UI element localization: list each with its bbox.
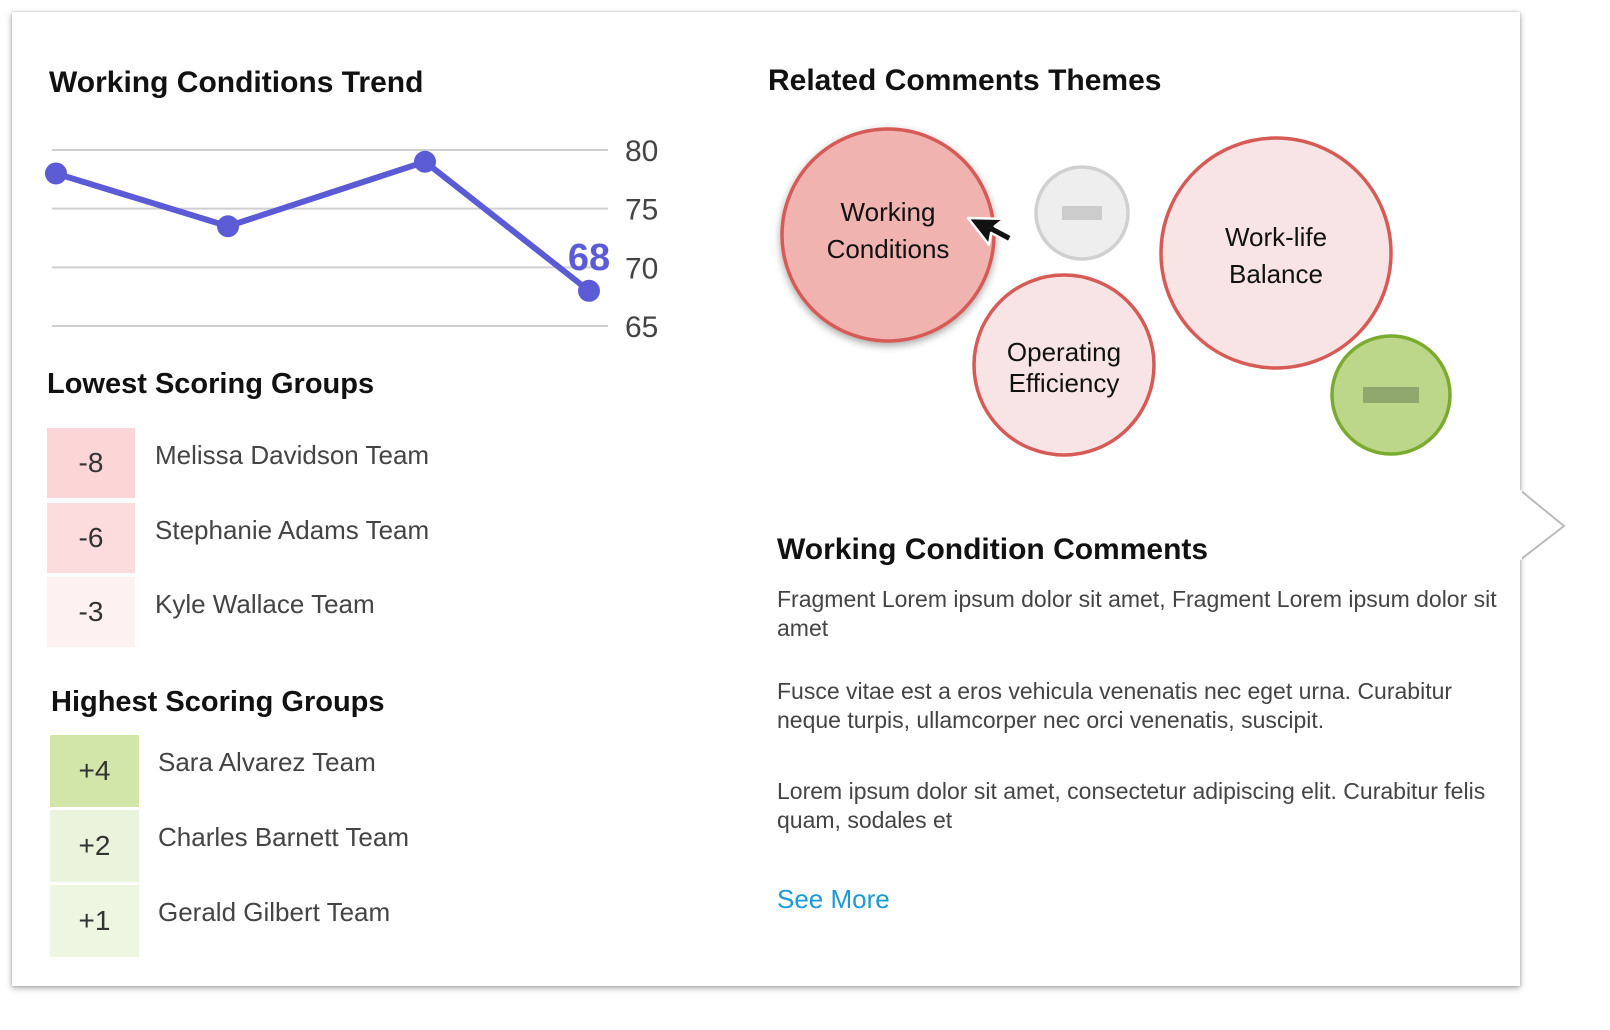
score-badge: +2	[50, 810, 139, 882]
lowest-group-row[interactable]: -8 Melissa Davidson Team	[47, 426, 647, 501]
see-more-link[interactable]: See More	[777, 884, 890, 915]
minus-icon	[1363, 387, 1419, 403]
score-badge: +4	[50, 735, 139, 807]
trend-y-tick-label: 80	[625, 135, 658, 168]
highest-group-row[interactable]: +2 Charles Barnett Team	[50, 808, 650, 883]
trend-data-point[interactable]	[45, 162, 67, 185]
theme-bubble-working-conditions[interactable]: Working Conditions	[780, 127, 996, 343]
trend-data-point[interactable]	[414, 150, 436, 173]
group-name: Charles Barnett Team	[158, 822, 409, 852]
highest-groups-list: +4 Sara Alvarez Team +2 Charles Barnett Tea…	[50, 733, 650, 959]
comment-text: Fusce vitae est a eros vehicula venenati…	[777, 678, 1453, 733]
lowest-groups-title: Lowest Scoring Groups	[47, 368, 375, 400]
theme-bubble-neutral[interactable]	[1034, 165, 1130, 261]
minus-icon	[1062, 206, 1102, 220]
trend-title: Working Conditions Trend	[49, 66, 424, 99]
card-pointer-arrow	[1504, 490, 1566, 560]
score-badge: -3	[47, 577, 135, 647]
bubble-label: Working	[841, 197, 936, 227]
bubble-label: Balance	[1229, 259, 1323, 289]
comment-text: Lorem ipsum dolor sit amet, consectetur …	[777, 778, 1486, 833]
lowest-groups-list: -8 Melissa Davidson Team -6 Stephanie Adams…	[47, 426, 647, 651]
theme-bubble-operating-efficiency[interactable]: OperatingEfficiency	[972, 273, 1156, 457]
lowest-group-row[interactable]: -3 Kyle Wallace Team	[47, 575, 647, 651]
comment-text: Fragment Lorem ipsum dolor sit amet, Fra…	[777, 586, 1497, 641]
trend-chart: 80 75 70 65 68	[45, 135, 658, 344]
group-name: Sara Alvarez Team	[158, 747, 376, 777]
highest-group-row[interactable]: +4 Sara Alvarez Team	[50, 733, 650, 808]
trend-y-tick-label: 65	[625, 311, 658, 344]
trend-y-tick-label: 75	[625, 194, 658, 227]
comments-list: Fragment Lorem ipsum dolor sit amet, Fra…	[777, 585, 1507, 835]
bubble-label: Conditions	[827, 234, 950, 264]
trend-series-line	[55, 158, 591, 294]
score-badge: -8	[47, 428, 135, 498]
score-badge: -6	[47, 503, 135, 573]
trend-data-point[interactable]	[578, 279, 600, 302]
group-name: Melissa Davidson Team	[155, 440, 430, 470]
group-name: Kyle Wallace Team	[155, 589, 375, 619]
bubble-label: Efficiency	[1009, 368, 1120, 398]
bubble-label: Work-life	[1225, 222, 1327, 252]
trend-data-point[interactable]	[217, 215, 239, 238]
theme-bubble-positive[interactable]	[1330, 334, 1452, 456]
themes-title: Related Comments Themes	[768, 64, 1162, 97]
bubble-label: Operating	[1007, 337, 1121, 367]
trend-callout-value: 68	[568, 237, 610, 279]
theme-bubble-work-life-balance[interactable]: Work-life Balance	[1159, 136, 1393, 370]
trend-y-tick-label: 70	[625, 252, 658, 285]
lowest-group-row[interactable]: -6 Stephanie Adams Team	[47, 501, 647, 575]
comments-title: Working Condition Comments	[777, 533, 1209, 566]
group-name: Gerald Gilbert Team	[158, 897, 391, 927]
highest-group-row[interactable]: +1 Gerald Gilbert Team	[50, 883, 650, 959]
group-name: Stephanie Adams Team	[155, 515, 430, 545]
score-badge: +1	[50, 885, 139, 957]
themes-bubble-chart: OperatingEfficiency Work-life Balance Worki…	[780, 127, 1452, 457]
highest-groups-title: Highest Scoring Groups	[51, 686, 385, 718]
